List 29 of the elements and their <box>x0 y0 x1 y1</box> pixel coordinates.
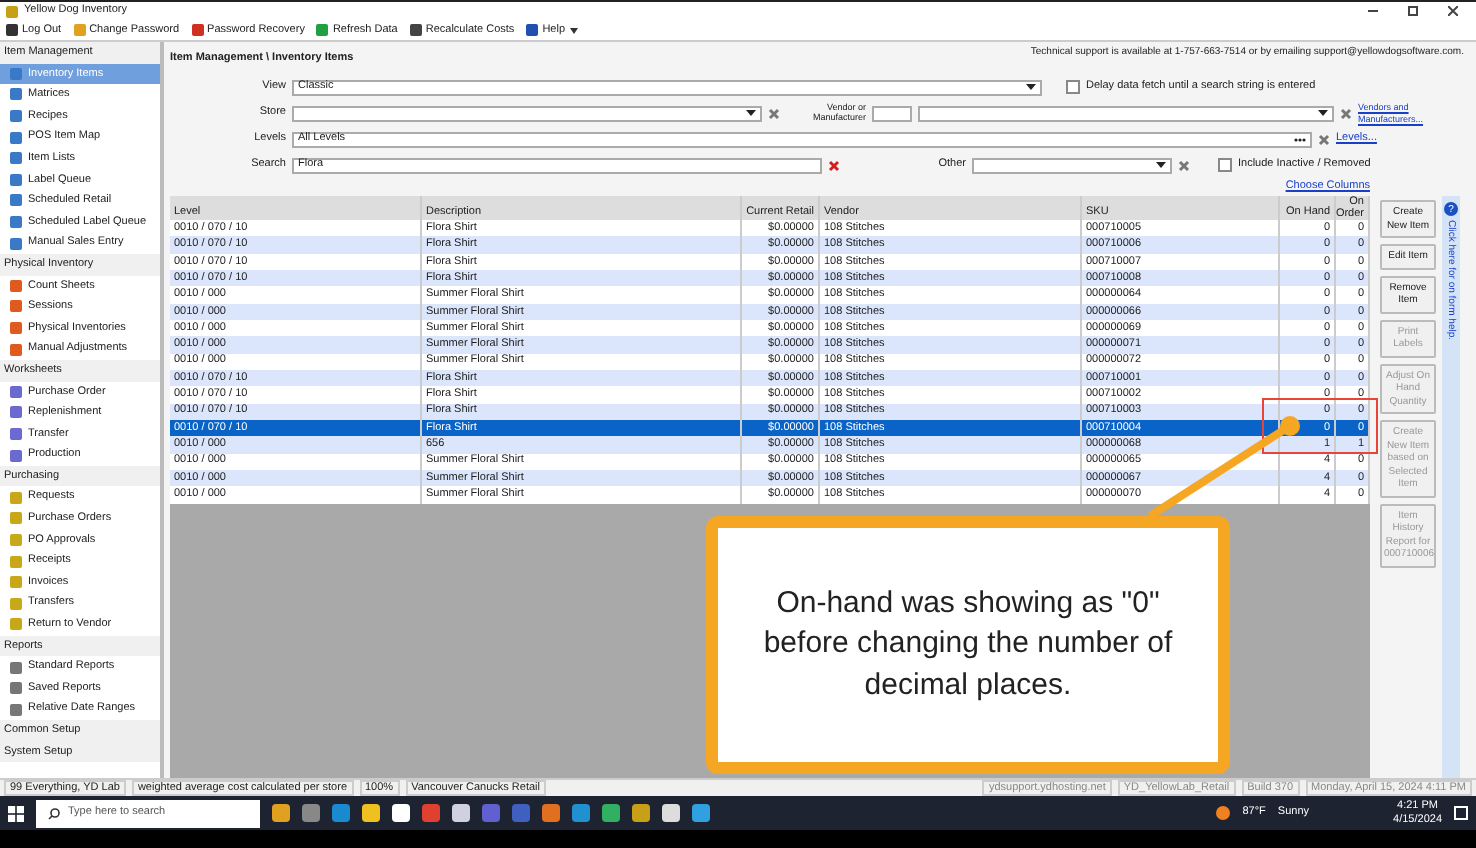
maximize-button[interactable] <box>1408 6 1418 16</box>
callout-text: On-hand was showing as "0" before changing the number of decimal places. <box>706 516 1230 774</box>
checkbox[interactable] <box>1066 80 1080 94</box>
search-icon <box>48 807 60 819</box>
input-field[interactable] <box>872 105 912 121</box>
clear-icon[interactable] <box>828 159 840 171</box>
dropdown-arrow-icon[interactable] <box>1026 84 1036 90</box>
checkbox[interactable] <box>1218 158 1232 172</box>
clear-icon[interactable] <box>1340 107 1352 119</box>
toolbar-icon <box>316 24 329 36</box>
clear-icon[interactable] <box>768 107 780 119</box>
toolbar-icon <box>409 24 422 36</box>
close-button[interactable] <box>1448 6 1458 16</box>
app-logo-icon <box>6 5 18 17</box>
dropdown-arrow-icon[interactable] <box>746 110 756 116</box>
dropdown-arrow-icon[interactable] <box>1318 110 1328 116</box>
toolbar-icon <box>191 24 204 36</box>
start-icon[interactable] <box>8 805 24 821</box>
toolbar-icon <box>73 24 86 36</box>
weather-icon <box>1216 806 1231 820</box>
clear-icon[interactable] <box>1178 159 1190 171</box>
clear-icon[interactable] <box>1318 133 1330 145</box>
toolbar-icon <box>526 24 539 36</box>
toolbar-icon <box>6 24 18 36</box>
minimize-button[interactable] <box>1368 6 1378 16</box>
dropdown-arrow-icon[interactable] <box>1156 162 1166 168</box>
highlight-rectangle <box>1262 398 1378 453</box>
caret-icon <box>569 27 577 33</box>
notification-icon[interactable] <box>1454 806 1468 820</box>
